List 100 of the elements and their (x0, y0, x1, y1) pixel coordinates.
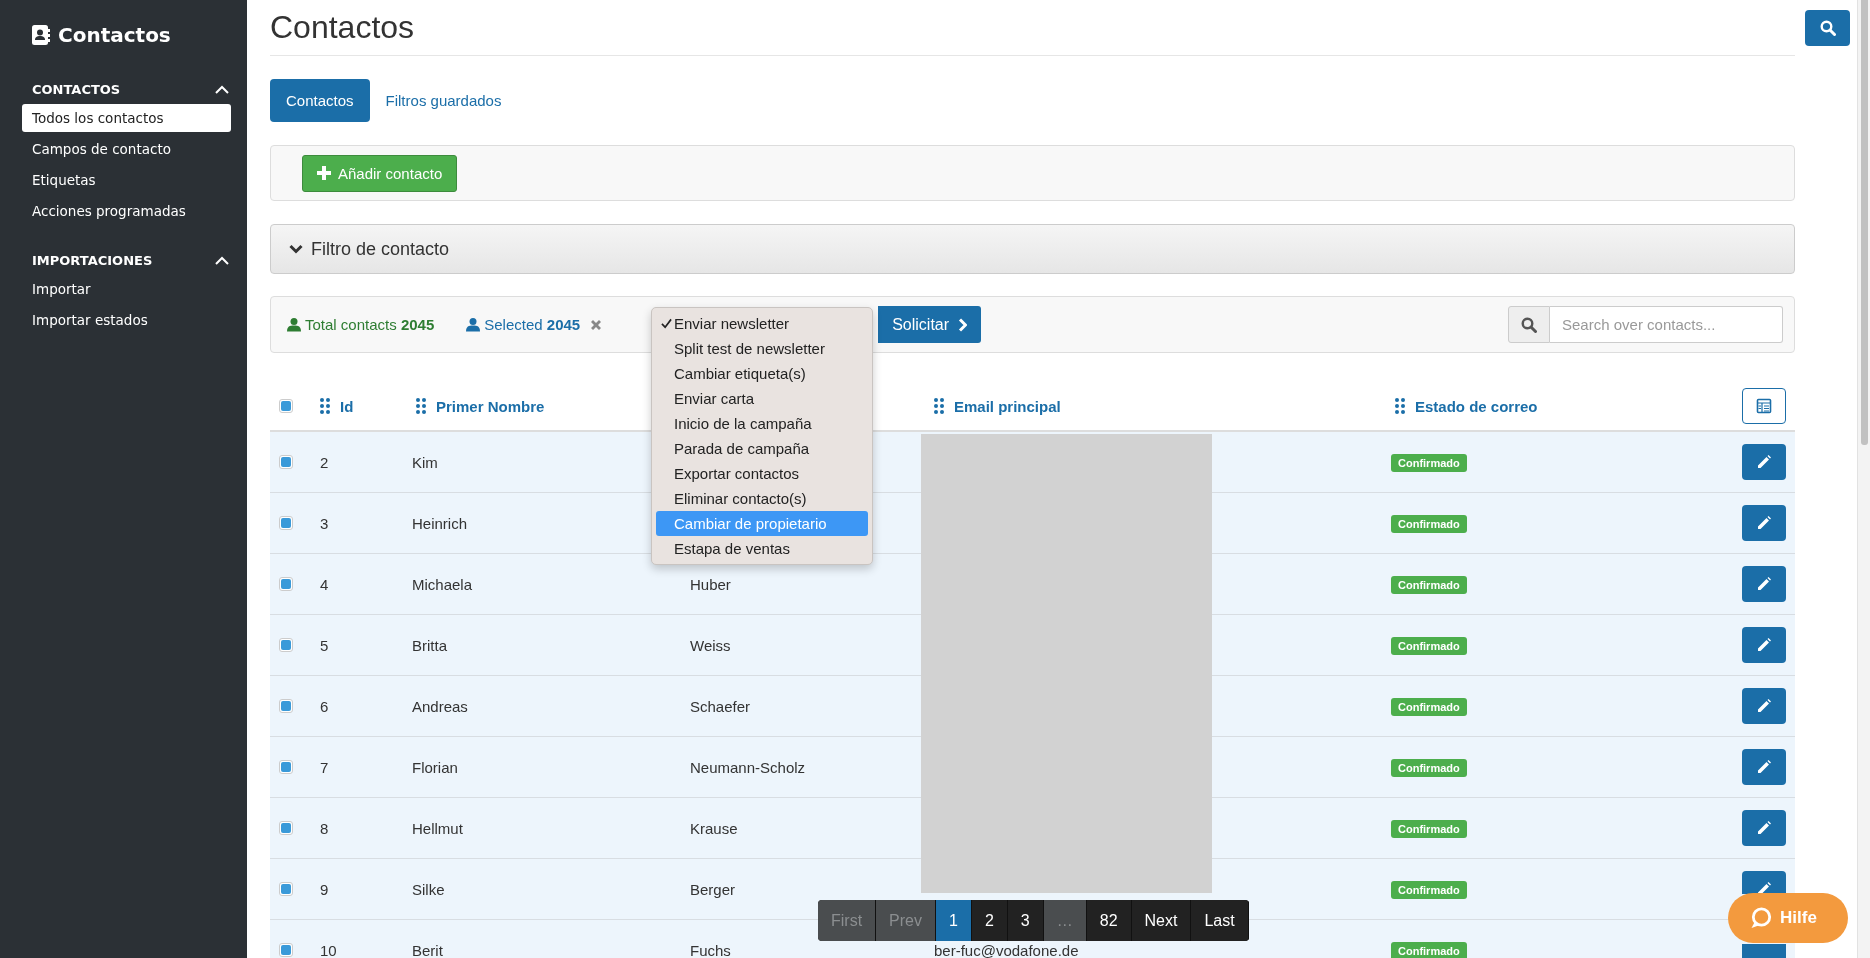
status-badge: Confirmado (1391, 941, 1467, 958)
status-badge: Confirmado (1391, 697, 1467, 716)
checkbox[interactable] (279, 399, 293, 413)
pencil-icon (1757, 516, 1771, 530)
page-link[interactable]: 1 (936, 900, 972, 941)
table-cell: Berit (412, 941, 443, 958)
sidebar-item[interactable]: Acciones programadas (22, 197, 231, 225)
edit-button[interactable] (1742, 566, 1786, 602)
tab[interactable]: Filtros guardados (369, 79, 518, 122)
checkbox[interactable] (279, 516, 293, 530)
column-header[interactable]: Primer Nombre (436, 397, 545, 415)
chevron-up-icon[interactable] (215, 84, 229, 94)
sidebar-item[interactable]: Campos de contacto (22, 135, 231, 163)
table-cell: Silke (412, 880, 445, 898)
table-cell: 10 (320, 941, 337, 958)
status-badge: Confirmado (1391, 575, 1467, 594)
pencil-icon (1757, 882, 1771, 894)
menu-item[interactable]: Eliminar contacto(s) (656, 486, 868, 511)
table-cell: Berger (690, 880, 736, 898)
chat-bubble-icon (1750, 907, 1772, 929)
table-cell: Huber (690, 575, 731, 593)
filter-panel-header[interactable]: Filtro de contacto (270, 224, 1795, 274)
table-cell: Heinrich (412, 514, 468, 532)
checkbox[interactable] (279, 882, 293, 896)
search-addon[interactable] (1508, 306, 1550, 343)
table-cell: Fuchs (690, 941, 731, 958)
menu-item[interactable]: Enviar newsletter (656, 311, 868, 336)
table-cell: 8 (320, 819, 329, 837)
column-header[interactable]: Id (340, 397, 354, 415)
chevron-up-icon[interactable] (215, 255, 229, 265)
checkbox[interactable] (279, 577, 293, 591)
table-cell: ber-fuc@vodafone.de (934, 941, 1079, 958)
sidebar-item[interactable]: Importar (22, 275, 231, 303)
table-cell: Weiss (690, 636, 731, 654)
edit-button[interactable] (1742, 871, 1786, 894)
plus-icon (317, 166, 331, 180)
column-header[interactable]: Email principal (954, 397, 1061, 415)
table-cell: 5 (320, 636, 329, 654)
drag-handle-icon (416, 398, 426, 414)
edit-button[interactable] (1742, 810, 1786, 846)
menu-item[interactable]: Split test de newsletter (656, 336, 868, 361)
checkbox[interactable] (279, 638, 293, 652)
edit-button[interactable] (1742, 444, 1786, 480)
user-icon (287, 317, 301, 332)
apply-button[interactable]: Solicitar (878, 306, 982, 343)
selected-contacts-label: Selected 2045 (484, 316, 581, 333)
column-settings-button[interactable] (1742, 388, 1786, 424)
pencil-icon (1757, 699, 1771, 713)
sidebar-item[interactable]: Etiquetas (22, 166, 231, 194)
drag-handle-icon (320, 398, 330, 414)
edit-button[interactable] (1742, 749, 1786, 785)
edit-button[interactable] (1742, 505, 1786, 541)
table-cell: Britta (412, 636, 447, 654)
close-icon[interactable] (590, 318, 603, 331)
status-badge: Confirmado (1391, 880, 1467, 899)
menu-item[interactable]: Enviar carta (656, 386, 868, 411)
pencil-icon (1757, 577, 1771, 591)
table-cell: 6 (320, 697, 329, 715)
column-header[interactable]: Estado de correo (1415, 397, 1538, 415)
search-field[interactable]: Search over contacts... (1550, 306, 1783, 343)
status-badge: Confirmado (1391, 758, 1467, 777)
table-cell: Michaela (412, 575, 473, 593)
total-contacts-label: Total contacts 2045 (305, 316, 435, 333)
table-icon (1756, 398, 1772, 414)
section-header: IMPORTACIONES (32, 252, 153, 268)
pencil-icon (1757, 638, 1771, 652)
checkbox[interactable] (279, 699, 293, 713)
table-cell: Kim (412, 453, 438, 471)
search-button[interactable] (1805, 10, 1850, 46)
table-cell: 9 (320, 880, 329, 898)
app-title: Contactos (58, 23, 171, 47)
table-cell: 3 (320, 514, 329, 532)
checkbox[interactable] (279, 760, 293, 774)
menu-item[interactable]: Inicio de la campaña (656, 411, 868, 436)
menu-item[interactable]: Parada de campaña (656, 436, 868, 461)
drag-handle-icon (934, 398, 944, 414)
chevron-right-icon (958, 317, 968, 332)
checkbox[interactable] (279, 455, 293, 469)
checkbox[interactable] (279, 943, 293, 957)
user-icon (466, 317, 481, 332)
sidebar-item[interactable]: Todos los contactos (22, 104, 231, 132)
tab[interactable]: Contactos (270, 79, 370, 122)
page-title: Contactos (270, 9, 415, 46)
table-cell: Schaefer (690, 697, 751, 715)
edit-button[interactable] (1742, 688, 1786, 724)
address-book-icon (32, 25, 50, 45)
table-cell: 7 (320, 758, 329, 776)
table-cell: Krause (690, 819, 738, 837)
section-header: CONTACTOS (32, 81, 121, 97)
checkbox[interactable] (279, 821, 293, 835)
table-cell: Florian (412, 758, 458, 776)
menu-item[interactable]: Estapa de ventas (656, 536, 868, 561)
scrollbar[interactable] (1857, 0, 1870, 958)
sidebar-item[interactable]: Importar estados (22, 306, 231, 334)
edit-button[interactable] (1742, 627, 1786, 663)
table-cell: Hellmut (412, 819, 463, 837)
menu-item[interactable]: Cambiar etiqueta(s) (656, 361, 868, 386)
menu-item[interactable]: Exportar contactos (656, 461, 868, 486)
status-badge: Confirmado (1391, 636, 1467, 655)
table-cell: Neumann-Scholz (690, 758, 806, 776)
